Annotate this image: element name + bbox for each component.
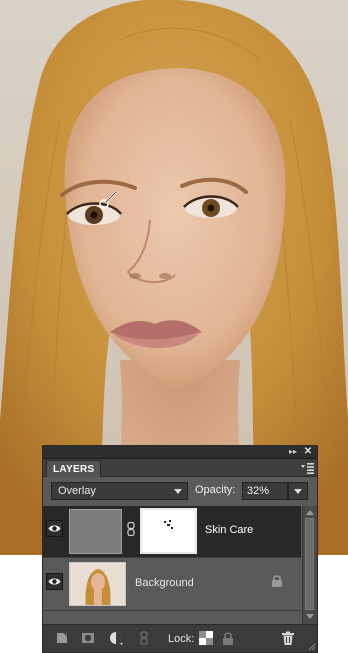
visibility-eye-icon[interactable] bbox=[46, 573, 63, 590]
lock-transparency-icon[interactable] bbox=[199, 631, 213, 645]
adjustment-layer-icon[interactable] bbox=[109, 631, 123, 645]
brush-cursor-icon bbox=[99, 191, 117, 209]
blend-mode-value: Overlay bbox=[58, 485, 96, 497]
double-chevron-right-icon[interactable]: ▸▸ bbox=[287, 447, 299, 457]
close-icon[interactable]: ✕ bbox=[302, 446, 314, 458]
mask-detail-icon bbox=[164, 520, 173, 529]
chevron-down-icon bbox=[174, 489, 182, 494]
opacity-input[interactable]: 32% bbox=[242, 482, 288, 500]
layer-mask-thumbnail[interactable] bbox=[140, 508, 197, 554]
scroll-thumb[interactable] bbox=[305, 518, 314, 610]
layer-row-background[interactable]: Background bbox=[43, 559, 301, 611]
add-mask-icon[interactable] bbox=[81, 631, 95, 645]
tab-layers[interactable]: LAYERS bbox=[46, 460, 102, 477]
chain-link-icon[interactable] bbox=[127, 522, 135, 536]
opacity-label: Opacity: bbox=[195, 484, 236, 496]
resize-grip-icon[interactable] bbox=[307, 642, 316, 651]
layer-row-skin-care[interactable]: Skin Care bbox=[43, 506, 301, 558]
lock-icon bbox=[272, 575, 282, 587]
layer-thumbnail bbox=[69, 509, 122, 554]
link-layers-icon[interactable] bbox=[137, 631, 151, 645]
layers-panel: ▸▸ ✕ LAYERS Overlay Opacity: 32% Skin Ca… bbox=[42, 445, 318, 653]
lock-all-icon[interactable] bbox=[221, 631, 235, 645]
new-layer-icon[interactable] bbox=[55, 631, 69, 645]
opacity-dropdown-button[interactable] bbox=[288, 482, 308, 500]
scroll-up-icon[interactable] bbox=[306, 510, 314, 515]
layer-name-background: Background bbox=[135, 577, 194, 589]
trash-icon[interactable] bbox=[281, 631, 295, 645]
panel-tab-bar: LAYERS bbox=[43, 459, 317, 477]
panel-footer: Lock: bbox=[43, 624, 317, 652]
chevron-down-icon bbox=[294, 489, 302, 494]
layer-name-skin-care: Skin Care bbox=[205, 524, 254, 536]
lock-label: Lock: bbox=[168, 633, 195, 645]
scroll-down-icon[interactable] bbox=[306, 614, 314, 619]
visibility-eye-icon[interactable] bbox=[46, 520, 63, 537]
blend-mode-select[interactable]: Overlay bbox=[51, 482, 188, 500]
layer-list-scrollbar[interactable] bbox=[302, 506, 317, 624]
panel-title-bar: ▸▸ ✕ bbox=[43, 446, 317, 459]
layer-list: Skin Care Background bbox=[43, 506, 301, 624]
background-thumbnail bbox=[69, 562, 126, 606]
panel-menu-icon[interactable] bbox=[300, 462, 314, 474]
